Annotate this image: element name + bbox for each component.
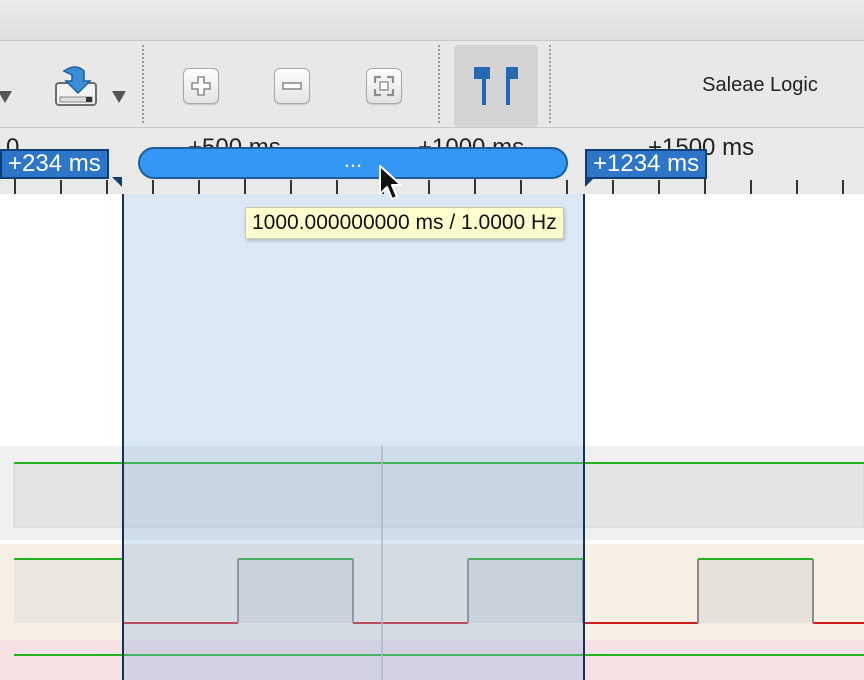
ruler-tick	[750, 180, 752, 194]
pulse-fill	[14, 559, 123, 623]
timing-measurement-bar[interactable]: ...	[138, 147, 568, 179]
ruler-tick	[842, 180, 844, 194]
chevron-down-icon[interactable]	[112, 91, 126, 103]
timing-bar-label: ...	[343, 147, 363, 172]
timing-tooltip: 1000.000000000 ms / 1.0000 Hz	[245, 207, 564, 239]
timing-marker-left-label[interactable]: +234 ms	[0, 149, 109, 179]
marker-flag-tail	[112, 177, 122, 187]
timing-markers-icon	[474, 67, 518, 105]
timing-markers-button[interactable]	[454, 45, 538, 127]
download-capture-button[interactable]	[50, 61, 102, 111]
zoom-fit-button[interactable]	[366, 68, 402, 104]
download-capture-icon	[55, 66, 97, 106]
ruler-tick	[106, 180, 108, 194]
ruler-tick	[290, 180, 292, 194]
ruler-tick	[658, 180, 660, 194]
chevron-down-icon[interactable]	[0, 91, 12, 103]
zoom-in-icon	[191, 76, 211, 96]
app-title: Saleae Logic	[702, 74, 818, 96]
timing-marker-line-right[interactable]	[583, 194, 585, 680]
timing-marker-right-label[interactable]: +1234 ms	[585, 149, 708, 179]
ruler-tick	[428, 180, 430, 194]
timing-marker-line-left[interactable]	[122, 194, 124, 680]
toolbar: Saleae Logic	[0, 41, 864, 128]
window-titlebar	[0, 0, 864, 41]
ruler-tick	[520, 180, 522, 194]
zoom-out-button[interactable]	[274, 68, 310, 104]
zoom-out-icon	[282, 82, 302, 90]
toolbar-divider	[549, 45, 551, 123]
ruler-tick	[198, 180, 200, 194]
zoom-fit-icon	[373, 75, 395, 97]
ruler-tick	[60, 180, 62, 194]
ruler-tick	[796, 180, 798, 194]
ruler-tick	[152, 180, 154, 194]
ruler-tick	[612, 180, 614, 194]
toolbar-divider	[142, 45, 144, 123]
marker-selection-region	[123, 194, 585, 680]
ruler-tick	[336, 180, 338, 194]
mouse-pointer-icon	[379, 165, 402, 200]
zoom-in-button[interactable]	[183, 68, 219, 104]
marker-flag-tail	[585, 177, 595, 187]
pulse-fill	[698, 559, 813, 623]
toolbar-divider	[438, 45, 440, 123]
ruler-tick	[566, 180, 568, 194]
